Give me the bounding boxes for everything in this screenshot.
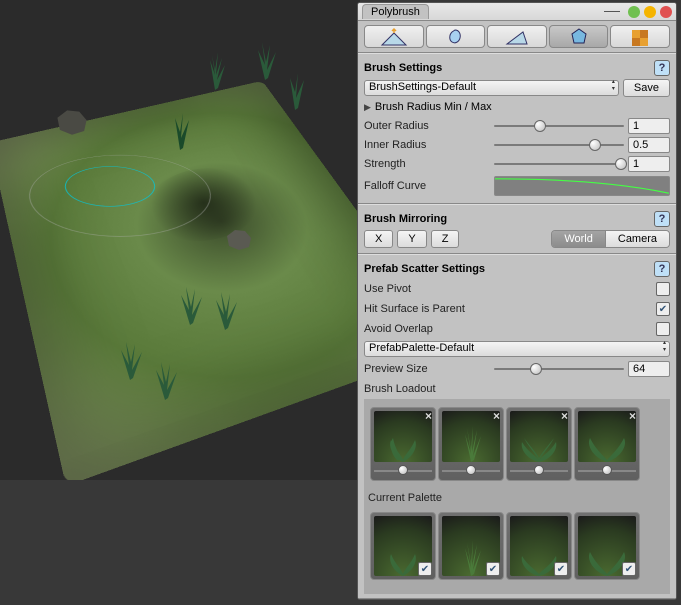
inner-radius-slider[interactable] (494, 138, 624, 152)
loadout-strength-slider[interactable] (374, 465, 432, 477)
window-max-icon[interactable] (644, 6, 656, 18)
palette-label: Current Palette (368, 492, 442, 504)
palette-slot[interactable]: ✔ (506, 512, 572, 580)
avoid-overlap-label: Avoid Overlap (364, 323, 494, 335)
polybrush-panel: Polybrush Brush Settings ? BrushSettings… (357, 2, 677, 600)
scatter-header: Prefab Scatter Settings (364, 263, 485, 275)
mode-toolbar (358, 21, 676, 53)
scatter-settings-section: Prefab Scatter Settings ? Use Pivot Hit … (358, 254, 676, 599)
texture-mode-button[interactable] (610, 25, 670, 48)
scene-prefab (280, 70, 310, 110)
outer-radius-field[interactable] (628, 118, 670, 134)
brush-mirroring-header: Brush Mirroring (364, 213, 447, 225)
mirror-space-toggle[interactable]: World Camera (551, 230, 670, 248)
loadout-grid: × × × × (368, 403, 666, 485)
help-icon[interactable]: ? (654, 261, 670, 277)
hit-surface-label: Hit Surface is Parent (364, 303, 494, 315)
scene-prefab (250, 40, 280, 80)
palette-checkbox[interactable]: ✔ (486, 562, 500, 576)
mirror-camera-option[interactable]: Camera (606, 231, 669, 247)
scene-prefab (165, 110, 195, 150)
brush-settings-section: Brush Settings ? BrushSettings-Default S… (358, 53, 676, 204)
use-pivot-checkbox[interactable] (656, 282, 670, 296)
smooth-mode-button[interactable] (426, 25, 486, 48)
loadout-label: Brush Loadout (364, 383, 436, 395)
loadout-slot[interactable]: × (506, 407, 572, 481)
mirror-x-button[interactable]: X (364, 230, 393, 248)
strength-field[interactable] (628, 156, 670, 172)
scene-prefab (115, 340, 145, 380)
close-icon[interactable]: × (425, 409, 432, 423)
paint-mode-button[interactable] (487, 25, 547, 48)
strength-label: Strength (364, 158, 494, 170)
falloff-curve-field[interactable] (494, 176, 670, 196)
brush-settings-header: Brush Settings (364, 62, 442, 74)
hit-surface-checkbox[interactable]: ✔ (656, 302, 670, 316)
inner-radius-label: Inner Radius (364, 139, 494, 151)
mirror-y-button[interactable]: Y (397, 230, 426, 248)
loadout-strength-slider[interactable] (442, 465, 500, 477)
outer-radius-slider[interactable] (494, 119, 624, 133)
panel-titlebar[interactable]: Polybrush (358, 3, 676, 21)
palette-popup[interactable]: PrefabPalette-Default (364, 341, 670, 357)
outer-radius-label: Outer Radius (364, 120, 494, 132)
loadout-strength-slider[interactable] (578, 465, 636, 477)
palette-slot[interactable]: ✔ (438, 512, 504, 580)
preview-size-label: Preview Size (364, 363, 494, 375)
brush-preset-popup[interactable]: BrushSettings-Default (364, 80, 619, 96)
panel-menu-icon[interactable] (604, 11, 620, 12)
palette-slot[interactable]: ✔ (574, 512, 640, 580)
foldout-icon[interactable]: ▶ (364, 102, 371, 113)
window-buttons (604, 6, 672, 18)
mirror-world-option[interactable]: World (552, 231, 606, 247)
scene-prefab-rock (225, 228, 253, 250)
scatter-mode-button[interactable] (549, 25, 609, 48)
close-icon[interactable]: × (493, 409, 500, 423)
palette-grid: ✔ ✔ ✔ ✔ (368, 508, 666, 584)
scene-prefab (210, 290, 240, 330)
help-icon[interactable]: ? (654, 211, 670, 227)
loadout-slot[interactable]: × (370, 407, 436, 481)
scene-prefab (150, 360, 180, 400)
preview-size-field[interactable] (628, 361, 670, 377)
sculpt-mode-button[interactable] (364, 25, 424, 48)
panel-tab[interactable]: Polybrush (362, 4, 429, 19)
mirror-z-button[interactable]: Z (431, 230, 460, 248)
scene-prefab (175, 285, 205, 325)
use-pivot-label: Use Pivot (364, 283, 494, 295)
window-min-icon[interactable] (628, 6, 640, 18)
close-icon[interactable]: × (561, 409, 568, 423)
avoid-overlap-checkbox[interactable] (656, 322, 670, 336)
loadout-slot[interactable]: × (438, 407, 504, 481)
palette-checkbox[interactable]: ✔ (554, 562, 568, 576)
scene-prefab (200, 50, 230, 90)
palette-checkbox[interactable]: ✔ (622, 562, 636, 576)
palette-slot[interactable]: ✔ (370, 512, 436, 580)
loadout-strength-slider[interactable] (510, 465, 568, 477)
scene-viewport[interactable] (0, 0, 360, 480)
help-icon[interactable]: ? (654, 60, 670, 76)
inner-radius-field[interactable] (628, 137, 670, 153)
window-close-icon[interactable] (660, 6, 672, 18)
close-icon[interactable]: × (629, 409, 636, 423)
scene-prefab-rock (55, 108, 89, 134)
loadout-slot[interactable]: × (574, 407, 640, 481)
save-button[interactable]: Save (623, 79, 670, 97)
brush-mirroring-section: Brush Mirroring ? X Y Z World Camera (358, 204, 676, 254)
palette-checkbox[interactable]: ✔ (418, 562, 432, 576)
falloff-label: Falloff Curve (364, 180, 494, 192)
loadout-scroll[interactable]: × × × × (364, 399, 670, 594)
brush-radius-label: Brush Radius Min / Max (375, 101, 492, 113)
strength-slider[interactable] (494, 157, 624, 171)
preview-size-slider[interactable] (494, 362, 624, 376)
